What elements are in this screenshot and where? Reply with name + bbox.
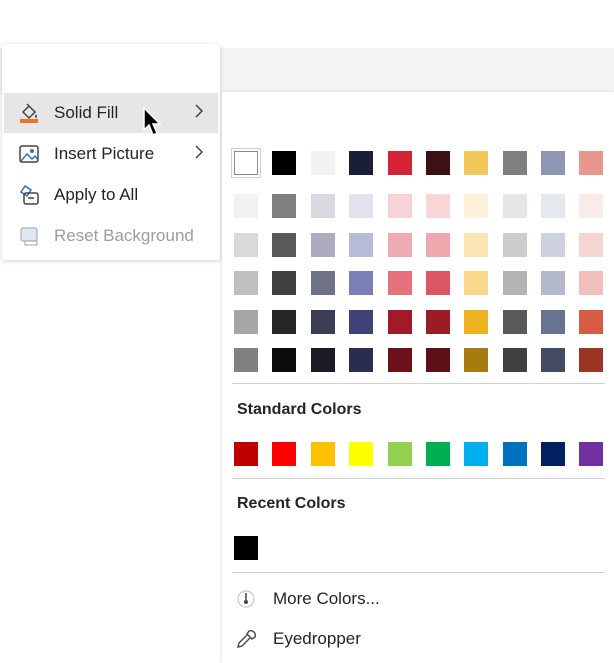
paint-bucket-icon bbox=[16, 101, 42, 125]
theme-color-swatch[interactable] bbox=[272, 194, 296, 218]
eyedropper-button[interactable]: Eyedropper bbox=[232, 621, 602, 657]
theme-color-swatch[interactable] bbox=[349, 271, 373, 295]
picture-icon bbox=[16, 142, 42, 166]
theme-color-swatch[interactable] bbox=[541, 151, 565, 175]
theme-color-swatch[interactable] bbox=[426, 194, 450, 218]
menu-item-reset-background[interactable]: Reset Background bbox=[4, 216, 218, 256]
reset-background-icon bbox=[16, 224, 42, 248]
theme-color-swatch[interactable] bbox=[234, 194, 258, 218]
theme-color-swatch[interactable] bbox=[388, 233, 412, 257]
theme-color-swatch[interactable] bbox=[464, 271, 488, 295]
theme-color-swatch[interactable] bbox=[464, 194, 488, 218]
menu-item-insert-picture[interactable]: Insert Picture bbox=[4, 134, 218, 174]
theme-color-swatch[interactable] bbox=[234, 233, 258, 257]
standard-color-swatch[interactable] bbox=[272, 442, 296, 466]
theme-color-swatch[interactable] bbox=[272, 310, 296, 334]
more-colors-label: More Colors... bbox=[273, 589, 380, 608]
theme-color-swatch[interactable] bbox=[426, 271, 450, 295]
chevron-right-icon bbox=[194, 144, 204, 165]
divider bbox=[232, 572, 605, 573]
theme-color-swatch[interactable] bbox=[503, 233, 527, 257]
mouse-cursor-icon bbox=[142, 106, 164, 138]
theme-color-swatch[interactable] bbox=[349, 233, 373, 257]
menu-item-label: Insert Picture bbox=[54, 144, 155, 163]
theme-color-swatch[interactable] bbox=[541, 310, 565, 334]
theme-color-swatch[interactable] bbox=[503, 348, 527, 372]
solid-fill-submenu: Standard Colors Recent Colors More Color… bbox=[222, 92, 614, 663]
theme-color-swatch[interactable] bbox=[464, 310, 488, 334]
theme-color-swatch[interactable] bbox=[349, 151, 373, 175]
theme-color-swatch[interactable] bbox=[272, 348, 296, 372]
theme-color-swatch[interactable] bbox=[426, 348, 450, 372]
theme-color-swatch[interactable] bbox=[503, 310, 527, 334]
theme-color-swatch[interactable] bbox=[311, 233, 335, 257]
theme-color-swatch[interactable] bbox=[234, 271, 258, 295]
theme-color-swatch[interactable] bbox=[503, 151, 527, 175]
theme-color-swatch[interactable] bbox=[311, 151, 335, 175]
theme-color-swatch[interactable] bbox=[311, 271, 335, 295]
apply-to-all-icon bbox=[16, 183, 42, 207]
standard-color-swatch[interactable] bbox=[349, 442, 373, 466]
theme-color-swatch[interactable] bbox=[579, 151, 603, 175]
eyedropper-icon bbox=[234, 627, 258, 651]
theme-color-swatch[interactable] bbox=[503, 271, 527, 295]
theme-color-swatch[interactable] bbox=[541, 194, 565, 218]
standard-color-swatch[interactable] bbox=[541, 442, 565, 466]
theme-color-swatch[interactable] bbox=[231, 148, 261, 178]
theme-color-swatch[interactable] bbox=[464, 348, 488, 372]
recent-color-swatch[interactable] bbox=[234, 536, 258, 560]
standard-color-swatch[interactable] bbox=[579, 442, 603, 466]
color-wheel-icon bbox=[234, 587, 258, 611]
menu-item-label: Apply to All bbox=[54, 185, 139, 204]
theme-color-swatch[interactable] bbox=[234, 310, 258, 334]
theme-color-swatch[interactable] bbox=[579, 271, 603, 295]
standard-color-swatch[interactable] bbox=[464, 442, 488, 466]
more-colors-button[interactable]: More Colors... bbox=[232, 581, 602, 617]
theme-color-swatch[interactable] bbox=[311, 194, 335, 218]
standard-color-swatch[interactable] bbox=[426, 442, 450, 466]
theme-color-swatch[interactable] bbox=[311, 310, 335, 334]
eyedropper-label: Eyedropper bbox=[273, 629, 361, 648]
theme-color-swatch[interactable] bbox=[579, 310, 603, 334]
theme-color-swatch[interactable] bbox=[426, 233, 450, 257]
theme-color-swatch[interactable] bbox=[388, 151, 412, 175]
theme-color-swatch[interactable] bbox=[388, 348, 412, 372]
context-menu: Solid Fill Insert Picture Apply to All R… bbox=[2, 44, 220, 260]
chevron-right-icon bbox=[194, 103, 204, 124]
menu-item-solid-fill[interactable]: Solid Fill bbox=[4, 93, 218, 133]
recent-colors-title: Recent Colors bbox=[237, 495, 346, 512]
theme-color-swatch[interactable] bbox=[349, 348, 373, 372]
theme-color-swatch[interactable] bbox=[388, 271, 412, 295]
theme-color-swatch[interactable] bbox=[464, 233, 488, 257]
divider bbox=[232, 478, 605, 479]
standard-colors-title: Standard Colors bbox=[237, 401, 362, 418]
theme-color-swatch[interactable] bbox=[541, 271, 565, 295]
theme-color-swatch[interactable] bbox=[426, 310, 450, 334]
theme-color-swatch[interactable] bbox=[579, 233, 603, 257]
menu-item-apply-to-all[interactable]: Apply to All bbox=[4, 175, 218, 215]
theme-color-swatch[interactable] bbox=[272, 151, 296, 175]
theme-color-swatch[interactable] bbox=[426, 151, 450, 175]
theme-color-swatch[interactable] bbox=[388, 310, 412, 334]
standard-color-swatch[interactable] bbox=[388, 442, 412, 466]
divider bbox=[232, 383, 605, 384]
theme-color-swatch[interactable] bbox=[349, 310, 373, 334]
theme-color-swatch[interactable] bbox=[579, 194, 603, 218]
theme-color-swatch[interactable] bbox=[234, 348, 258, 372]
standard-color-swatch[interactable] bbox=[503, 442, 527, 466]
theme-color-swatch[interactable] bbox=[503, 194, 527, 218]
standard-color-swatch[interactable] bbox=[234, 442, 258, 466]
theme-color-swatch[interactable] bbox=[272, 271, 296, 295]
theme-color-swatch[interactable] bbox=[541, 348, 565, 372]
theme-color-swatch[interactable] bbox=[272, 233, 296, 257]
theme-color-swatch[interactable] bbox=[311, 348, 335, 372]
menu-item-label: Reset Background bbox=[54, 226, 194, 245]
standard-color-swatch[interactable] bbox=[311, 442, 335, 466]
theme-color-swatch[interactable] bbox=[464, 151, 488, 175]
theme-color-swatch[interactable] bbox=[541, 233, 565, 257]
theme-color-swatch[interactable] bbox=[349, 194, 373, 218]
theme-color-swatch[interactable] bbox=[579, 348, 603, 372]
menu-item-label: Solid Fill bbox=[54, 103, 119, 122]
theme-color-swatch[interactable] bbox=[388, 194, 412, 218]
